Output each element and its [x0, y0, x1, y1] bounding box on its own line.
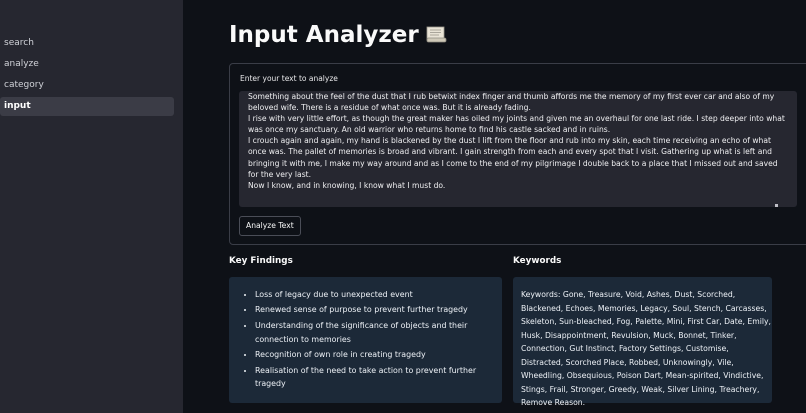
list-item: Understanding of the significance of obj… — [255, 319, 485, 346]
list-item: Recognition of own role in creating trag… — [255, 348, 485, 362]
page-title-row: Input Analyzer — [229, 22, 447, 48]
text-input-label: Enter your text to analyze — [240, 74, 338, 83]
analyze-form: Enter your text to analyze Something abo… — [229, 63, 806, 245]
main-content: Input Analyzer Enter your text to analyz… — [183, 0, 806, 413]
keywords-box: Keywords: Gone, Treasure, Void, Ashes, D… — [513, 277, 772, 407]
resize-handle-icon[interactable] — [775, 204, 778, 207]
list-item: Renewed sense of purpose to prevent furt… — [255, 303, 485, 317]
page-title: Input Analyzer — [229, 22, 419, 48]
sidebar-nav: search analyze category input — [0, 34, 183, 118]
sidebar-item-input[interactable]: input — [0, 97, 174, 116]
sidebar-item-search[interactable]: search — [0, 34, 174, 53]
analyze-text-button[interactable]: Analyze Text — [239, 216, 301, 236]
list-item: Loss of legacy due to unexpected event — [255, 288, 485, 302]
text-input-area[interactable]: Something about the feel of the dust tha… — [239, 91, 797, 207]
keywords-heading: Keywords — [513, 256, 562, 266]
key-findings-heading: Key Findings — [229, 256, 293, 266]
sidebar-item-category[interactable]: category — [0, 76, 174, 95]
sidebar-item-analyze[interactable]: analyze — [0, 55, 174, 74]
sidebar: search analyze category input — [0, 0, 183, 413]
list-item: Realisation of the need to take action t… — [255, 364, 485, 391]
scroll-icon — [425, 23, 447, 43]
key-findings-list: Loss of legacy due to unexpected event R… — [229, 288, 485, 393]
keywords-text: Keywords: Gone, Treasure, Void, Ashes, D… — [521, 290, 771, 407]
key-findings-box: Loss of legacy due to unexpected event R… — [229, 277, 502, 403]
